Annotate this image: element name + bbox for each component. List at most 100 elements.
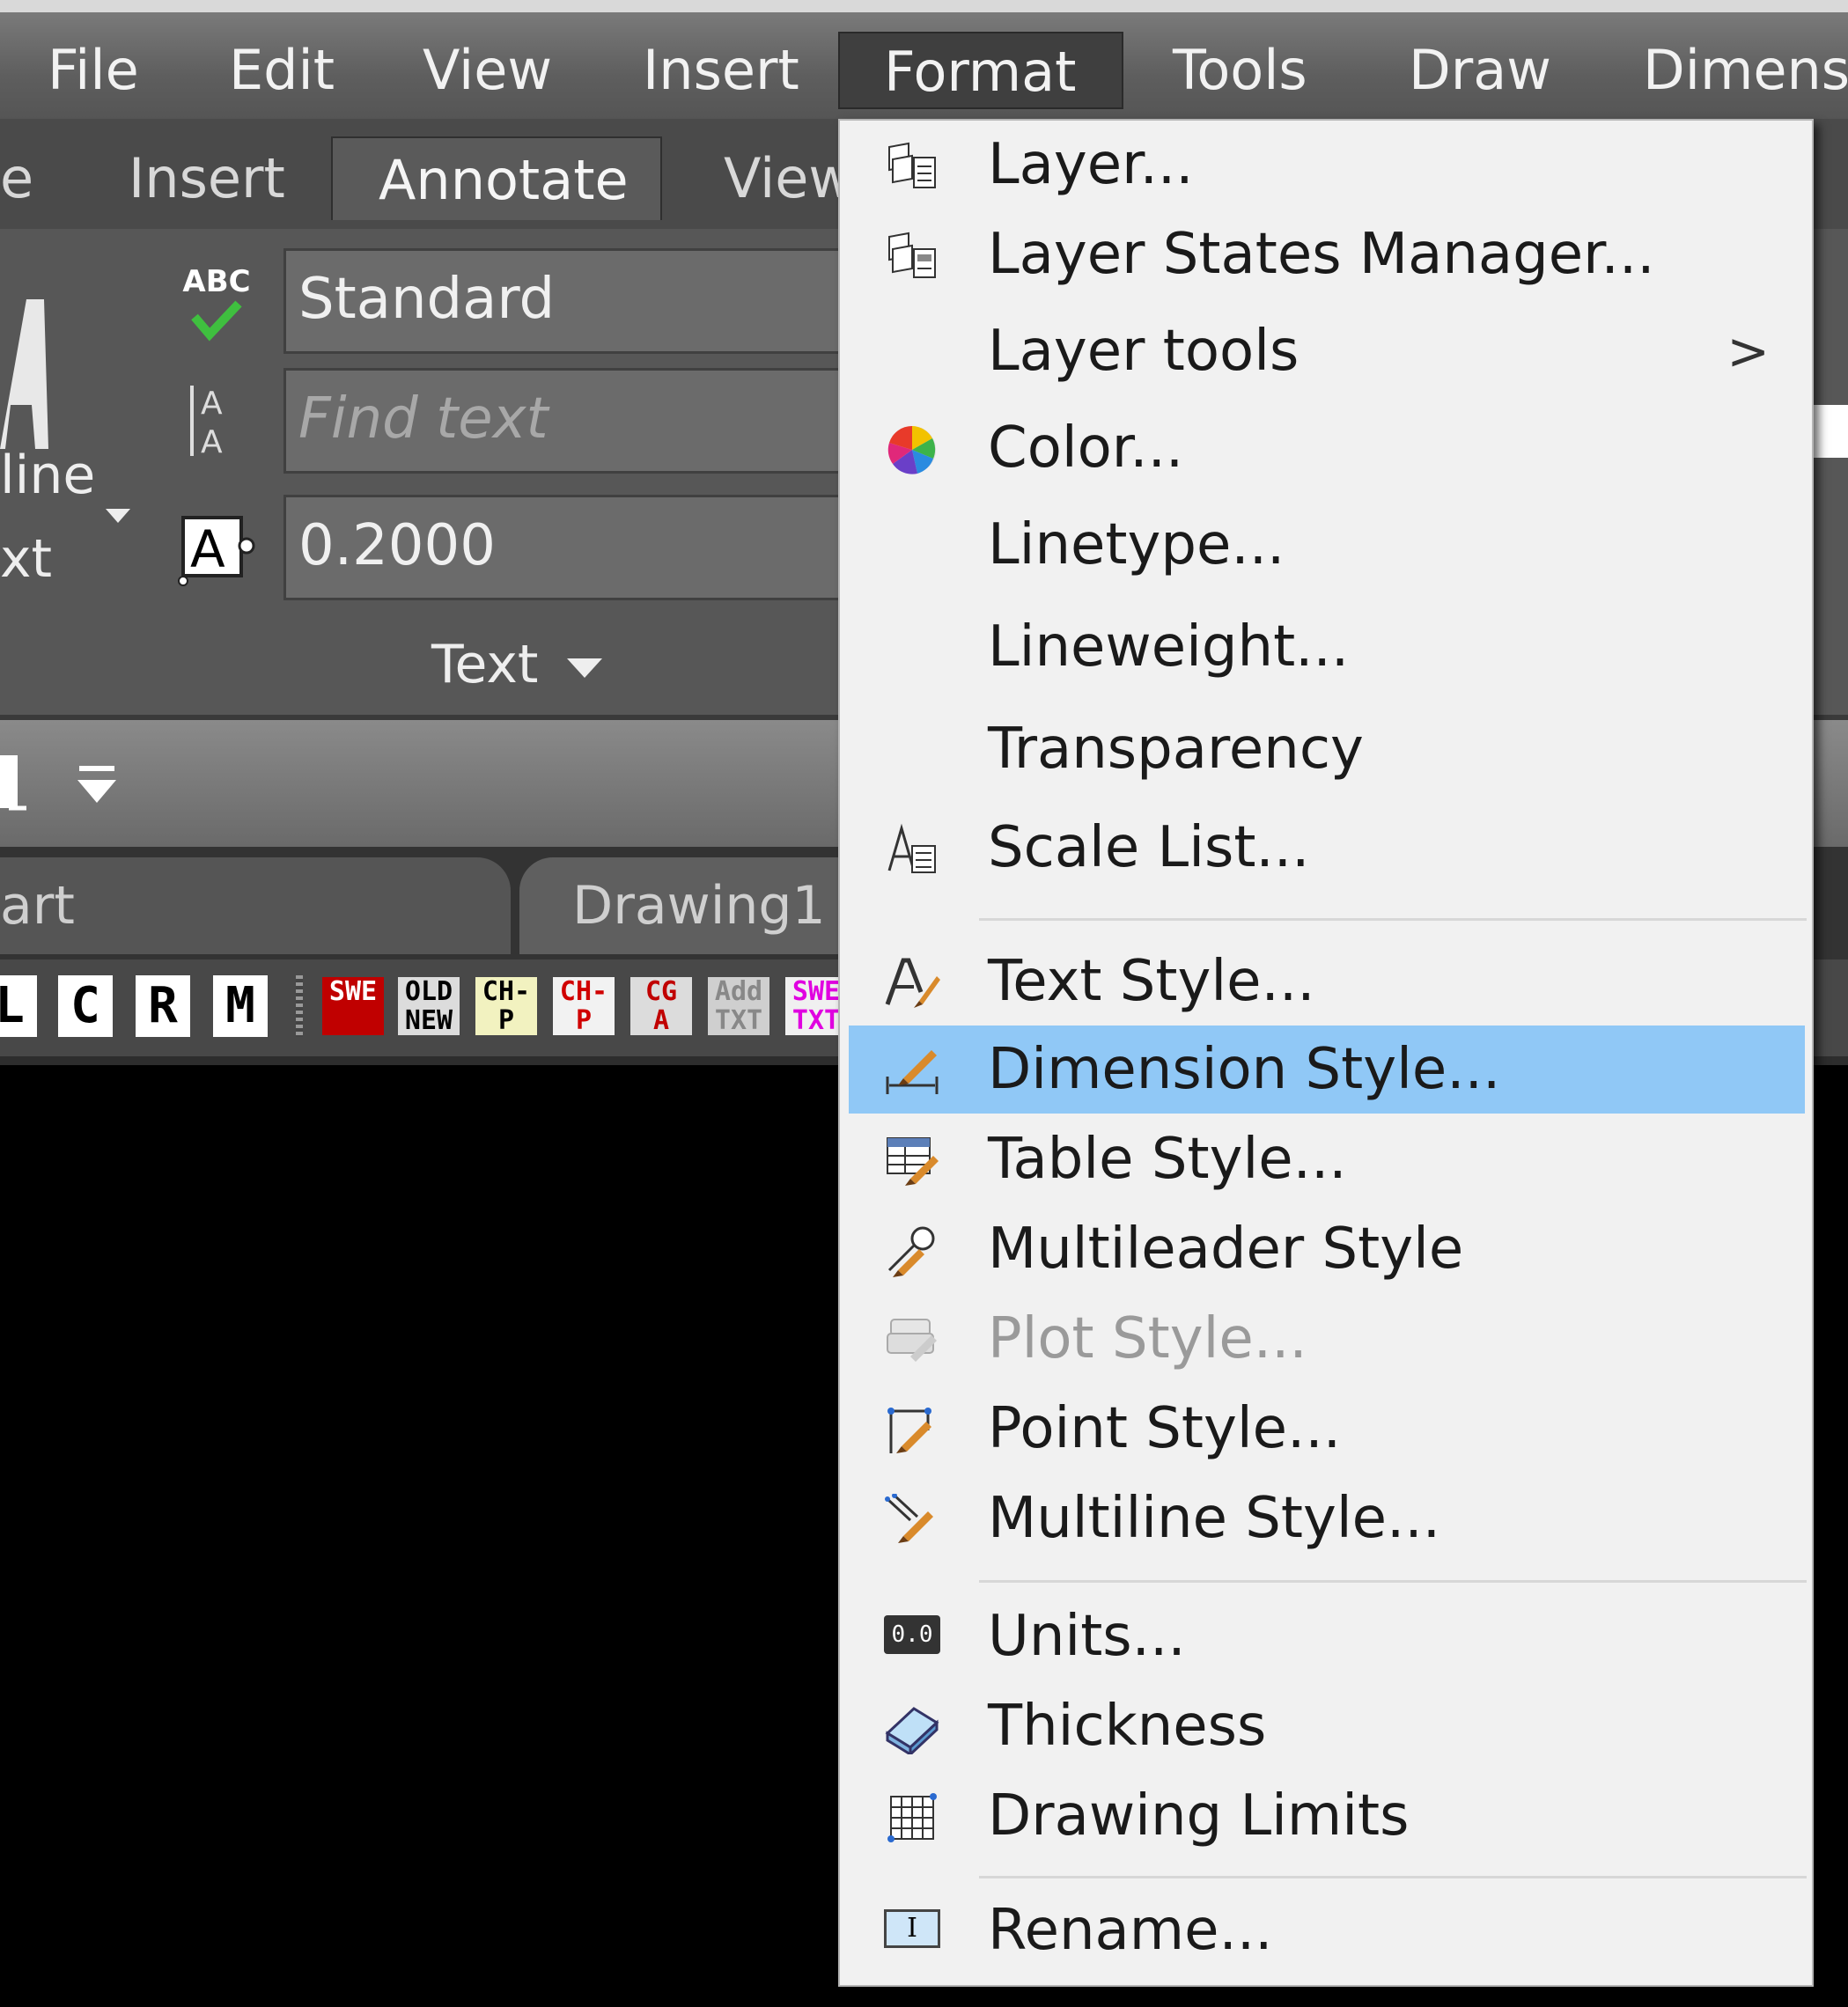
spell-check-text: ABC: [182, 264, 251, 299]
rename-icon: I: [884, 1909, 940, 1948]
toolbar-button-c[interactable]: C: [58, 975, 113, 1037]
menu-item-color[interactable]: Color...: [849, 404, 1805, 492]
menu-item-multileader-style[interactable]: Multileader Style: [849, 1205, 1805, 1293]
ch-p-red-icon[interactable]: CH-P: [553, 977, 615, 1035]
cg-a-icon[interactable]: CG A: [630, 977, 692, 1035]
plot-style-icon: [887, 1319, 937, 1362]
toolbar-button-m[interactable]: M: [213, 975, 268, 1037]
multiline-text-label-2: xt: [0, 528, 53, 590]
multiline-text-icon[interactable]: [0, 282, 53, 458]
old-new-icon[interactable]: OLD NEW: [398, 977, 460, 1035]
menu-item-units[interactable]: 0.0 Units...: [849, 1592, 1805, 1680]
svg-text:A: A: [190, 519, 225, 579]
thickness-icon: [885, 1707, 939, 1754]
customize-toolbar-icon[interactable]: [70, 764, 123, 808]
menu-item-plot-style: Plot Style...: [849, 1295, 1805, 1383]
panel-expand-icon[interactable]: [567, 658, 602, 678]
layer-states-icon: [888, 232, 936, 278]
ribbon-tab-annotate[interactable]: Annotate: [331, 136, 662, 220]
text-style-icon: [885, 958, 940, 1008]
units-icon: 0.0: [884, 1615, 940, 1654]
panel-title-text[interactable]: Text: [431, 634, 538, 695]
file-tab-drawing1[interactable]: Drawing1: [519, 857, 889, 954]
menu-tools[interactable]: Tools: [1173, 32, 1307, 109]
find-text-input[interactable]: Find text: [283, 368, 847, 474]
file-tab-start[interactable]: art: [0, 857, 511, 954]
text-style-dropdown[interactable]: Standard: [283, 248, 847, 354]
menu-item-label: Color...: [988, 415, 1184, 481]
swe-icon[interactable]: SWE: [322, 977, 384, 1035]
drawing-limits-icon: [887, 1793, 937, 1842]
ch-p-icon[interactable]: CH-P: [475, 977, 537, 1035]
menu-item-rename[interactable]: I Rename...: [849, 1886, 1805, 1974]
menu-dimension[interactable]: Dimensi: [1643, 32, 1848, 109]
ribbon-tab-home[interactable]: e: [0, 136, 33, 220]
svg-text:A: A: [201, 386, 223, 422]
menu-item-dimension-style[interactable]: Dimension Style...: [849, 1026, 1805, 1114]
menu-separator: [979, 1876, 1807, 1878]
chevron-down-icon[interactable]: [106, 509, 130, 523]
menu-item-multiline-style[interactable]: Multiline Style...: [849, 1474, 1805, 1562]
find-replace-icon[interactable]: A A: [187, 380, 245, 459]
menu-item-transparency[interactable]: Transparency: [849, 705, 1805, 793]
menu-item-label: Dimension Style...: [988, 1037, 1501, 1102]
menu-separator: [979, 1580, 1807, 1583]
point-style-icon: [887, 1408, 931, 1453]
menu-item-label: Plot Style...: [988, 1306, 1307, 1371]
menu-separator: [979, 918, 1807, 921]
menu-item-layer-tools[interactable]: Layer tools >: [849, 307, 1805, 395]
dimension-style-icon: [886, 1050, 939, 1094]
text-height-icon[interactable]: A: [176, 511, 255, 590]
menu-draw[interactable]: Draw: [1409, 32, 1551, 109]
menu-view[interactable]: View: [423, 32, 552, 109]
add-txt-icon[interactable]: Add TXT: [708, 977, 769, 1035]
menu-insert[interactable]: Insert: [643, 32, 799, 109]
menu-item-scale-list[interactable]: Scale List...: [849, 804, 1805, 892]
text-height-input[interactable]: 0.2000: [283, 495, 847, 600]
menu-item-thickness[interactable]: Thickness: [849, 1682, 1805, 1770]
menu-item-label: Rename...: [988, 1898, 1273, 1963]
menu-item-label: Drawing Limits: [988, 1783, 1410, 1849]
menu-item-label: Scale List...: [988, 815, 1310, 880]
menu-item-point-style[interactable]: Point Style...: [849, 1385, 1805, 1473]
toolbar-grip-icon[interactable]: [0, 755, 35, 826]
menu-item-label: Layer tools: [988, 319, 1299, 384]
ribbon-tab-insert[interactable]: Insert: [129, 136, 285, 220]
multiline-style-icon: [885, 1494, 933, 1543]
menu-item-layer[interactable]: Layer...: [849, 121, 1805, 209]
toolbar-button-r[interactable]: R: [136, 975, 190, 1037]
svg-text:A: A: [201, 424, 223, 459]
menu-bar: File Edit View Insert Format Tools Draw …: [0, 0, 1848, 119]
menu-item-label: Transparency: [988, 717, 1364, 782]
spell-check-icon[interactable]: ABC: [173, 264, 261, 343]
right-field-stub: [1814, 405, 1848, 458]
multiline-text-label: line: [0, 445, 96, 506]
format-dropdown-menu: Layer... Layer States Manager... Layer t…: [838, 119, 1814, 1987]
toolbar-separator: [296, 975, 303, 1037]
menu-item-label: Table Style...: [988, 1127, 1347, 1192]
menu-item-lineweight[interactable]: Lineweight...: [849, 603, 1805, 691]
toolbar-button-l[interactable]: L: [0, 975, 37, 1037]
menu-item-label: Linetype...: [988, 512, 1285, 577]
menu-edit[interactable]: Edit: [229, 32, 335, 109]
menu-item-label: Units...: [988, 1604, 1186, 1669]
scale-list-icon: [887, 823, 936, 873]
submenu-arrow-icon: >: [1727, 321, 1770, 381]
menu-item-table-style[interactable]: Table Style...: [849, 1115, 1805, 1203]
menu-format[interactable]: Format: [838, 32, 1123, 109]
menu-item-label: Text Style...: [988, 949, 1315, 1014]
menu-item-label: Multiline Style...: [988, 1486, 1441, 1551]
menu-item-label: Lineweight...: [988, 614, 1350, 680]
menu-item-label: Thickness: [988, 1694, 1267, 1759]
menu-item-label: Layer States Manager...: [988, 222, 1655, 287]
menu-item-layer-states-manager[interactable]: Layer States Manager...: [849, 210, 1805, 298]
menu-item-text-style[interactable]: Text Style...: [849, 937, 1805, 1026]
menu-item-linetype[interactable]: Linetype...: [849, 501, 1805, 589]
ribbon-tab-view[interactable]: View: [724, 136, 853, 220]
menu-item-label: Multileader Style: [988, 1217, 1464, 1282]
menu-item-drawing-limits[interactable]: Drawing Limits: [849, 1772, 1805, 1860]
color-wheel-icon: [887, 425, 936, 474]
menu-item-label: Layer...: [988, 132, 1194, 197]
menu-file[interactable]: File: [48, 32, 139, 109]
multileader-style-icon: [887, 1226, 935, 1277]
